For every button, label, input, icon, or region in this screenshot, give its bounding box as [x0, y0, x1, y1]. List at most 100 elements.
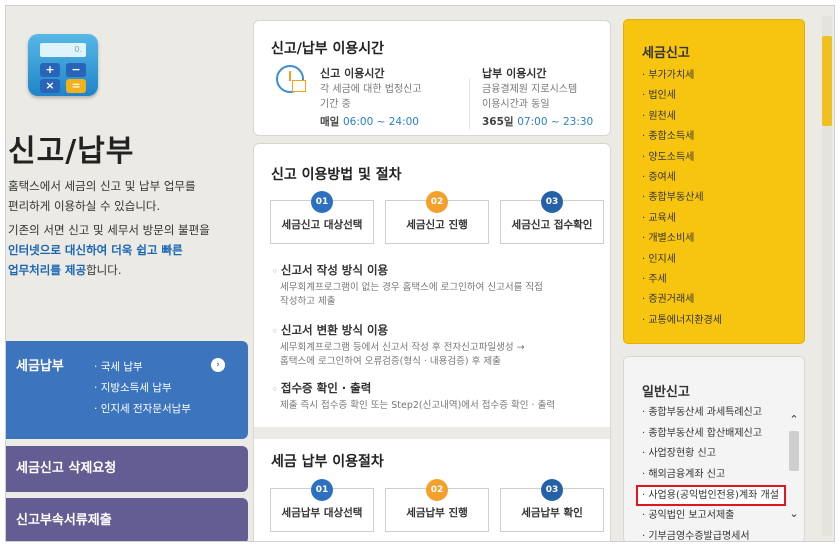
intro2-line-3: 업무처리를 제공합니다. — [8, 260, 248, 280]
tax-report-item[interactable]: 부가가치세 — [642, 66, 722, 86]
tax-report-title: 세금신고 — [642, 46, 690, 61]
procedure-title: 신고 이용방법 및 절차 — [271, 167, 402, 183]
method-title: 신고서 작성 방식 이용 — [272, 262, 592, 278]
tax-report-panel: 세금신고 부가가치세 법인세 원천세 종합소득세 양도소득세 증여세 종합부동산… — [623, 19, 805, 344]
attach-submit-button[interactable]: 신고부속서류제출 — [6, 498, 248, 541]
step-label: 세금납부 진행 — [406, 507, 468, 519]
payment-steps: 01 세금납부 대상선택 02 세금납부 진행 03 세금납부 확인 — [270, 479, 606, 534]
payment-link-stamp-tax[interactable]: 인지세 전자문서납부 — [94, 399, 191, 420]
equals-key-icon: = — [66, 79, 86, 93]
payment-link-national-tax[interactable]: 국세 납부 — [94, 357, 191, 378]
scrollbar-thumb[interactable] — [789, 431, 799, 471]
step-payment-progress[interactable]: 02 세금납부 진행 — [385, 479, 489, 532]
pay-hours-time: 365일 07:00 ~ 23:30 — [482, 114, 593, 129]
step-report-progress[interactable]: 02 세금신고 진행 — [385, 191, 489, 244]
plus-key-icon: + — [40, 63, 60, 77]
pay-hours-prefix: 365일 — [482, 116, 514, 128]
general-report-item[interactable]: 기부금영수증발급명세서 — [642, 527, 786, 542]
chevron-up-icon[interactable]: ⌃ — [787, 413, 801, 427]
tax-report-item[interactable]: 인지세 — [642, 250, 722, 270]
calculator-icon: 0. + − × = — [28, 34, 98, 96]
tax-report-item[interactable]: 법인세 — [642, 86, 722, 106]
step-number-badge: 02 — [426, 479, 448, 501]
step-payment-confirm[interactable]: 03 세금납부 확인 — [500, 479, 604, 532]
method-desc: 작성하고 제출 — [280, 296, 336, 307]
payment-procedure-title: 세금 납부 이용절차 — [271, 454, 384, 470]
procedure-card: 신고 이용방법 및 절차 01 세금신고 대상선택 02 세금신고 진행 03 세금신… — [253, 143, 611, 541]
step-label: 세금신고 대상선택 — [281, 219, 363, 231]
payment-link-local-income-tax[interactable]: 지방소득세 납부 — [94, 378, 191, 399]
intro-line: 편리하게 이용하실 수 있습니다. — [8, 199, 161, 213]
chevron-down-icon[interactable]: ⌄ — [787, 507, 801, 521]
tax-report-list: 부가가치세 법인세 원천세 종합소득세 양도소득세 증여세 종합부동산세 교육세… — [642, 66, 722, 331]
intro-text: 홈택스에서 세금의 신고 및 납부 업무를 편리하게 이용하실 수 있습니다. — [8, 176, 248, 216]
step-select-payment[interactable]: 01 세금납부 대상선택 — [270, 479, 374, 532]
method-desc: 세무회계프로그램 등에서 신고서 작성 후 전자신고파일생성 → — [280, 342, 525, 353]
tax-report-item[interactable]: 종합소득세 — [642, 127, 722, 147]
page-title: 신고/납부 — [8, 134, 135, 169]
page-scrollbar-thumb[interactable] — [822, 36, 832, 126]
hours-card: 신고/납부 이용시간 신고 이용시간 각 세금에 대한 법정신고 기간 중 매일… — [253, 20, 611, 136]
main-frame: 0. + − × = 신고/납부 홈택스에서 세금의 신고 및 납부 업무를 편… — [5, 5, 835, 542]
general-report-item[interactable]: 사업장현황 신고 — [642, 444, 786, 465]
hours-title: 신고/납부 이용시간 — [271, 41, 385, 57]
step-report-confirm[interactable]: 03 세금신고 접수확인 — [500, 191, 604, 244]
general-report-scrollbar[interactable]: ⌃ ⌄ — [787, 407, 801, 527]
step-number-badge: 01 — [311, 191, 333, 213]
tax-payment-panel: 세금납부 국세 납부 지방소득세 납부 인지세 전자문서납부 › — [6, 341, 248, 439]
pay-hours-desc: 금융결제원 지로시스템 — [482, 84, 578, 95]
method-write: 신고서 작성 방식 이용 세무회계프로그램이 없는 경우 홈택스에 로그인하여 … — [272, 262, 592, 309]
method-convert: 신고서 변환 방식 이용 세무회계프로그램 등에서 신고서 작성 후 전자신고파… — [272, 322, 592, 369]
multiply-key-icon: × — [40, 79, 60, 93]
intro-text-2: 기존의 서면 신고 및 세무서 방문의 불편을 인터넷으로 대신하여 더욱 쉽고… — [8, 220, 248, 280]
tax-report-item[interactable]: 종합부동산세 — [642, 188, 722, 208]
divider — [469, 79, 470, 129]
minus-key-icon: − — [66, 63, 86, 77]
tax-report-item[interactable]: 원천세 — [642, 107, 722, 127]
tax-report-item[interactable]: 주세 — [642, 270, 722, 290]
step-select-report[interactable]: 01 세금신고 대상선택 — [270, 191, 374, 244]
general-report-item[interactable]: 해외금융계좌 신고 — [642, 465, 786, 486]
tax-payment-title: 세금납부 — [16, 359, 64, 374]
method-receipt: 접수증 확인 · 출력 제출 즉시 접수증 확인 또는 Step2(신고내역)에… — [272, 380, 592, 413]
general-report-panel: 일반신고 종합부동산세 과세특례신고 종합부동산세 합산배제신고 사업장현황 신… — [623, 356, 805, 542]
report-hours: 신고 이용시간 각 세금에 대한 법정신고 기간 중 매일 06:00 ~ 24… — [320, 65, 422, 129]
left-panel: 0. + − × = 신고/납부 홈택스에서 세금의 신고 및 납부 업무를 편… — [6, 6, 250, 541]
pay-hours-range: 07:00 ~ 23:30 — [517, 116, 594, 128]
tax-report-item[interactable]: 개별소비세 — [642, 229, 722, 249]
step-number-badge: 03 — [541, 191, 563, 213]
section-gap — [254, 427, 610, 439]
method-title: 신고서 변환 방식 이용 — [272, 322, 592, 338]
tax-report-item[interactable]: 증여세 — [642, 168, 722, 188]
tax-report-item[interactable]: 교육세 — [642, 209, 722, 229]
tax-report-item[interactable]: 양도소득세 — [642, 148, 722, 168]
step-number-badge: 02 — [426, 191, 448, 213]
clock-calendar-icon — [276, 65, 306, 93]
report-hours-label: 신고 이용시간 — [320, 67, 385, 80]
pay-hours-desc: 이용시간과 동일 — [482, 99, 550, 110]
report-hours-range: 06:00 ~ 24:00 — [342, 116, 419, 128]
step-label: 세금신고 진행 — [406, 219, 468, 231]
step-number-badge: 03 — [541, 479, 563, 501]
pay-hours: 납부 이용시간 금융결제원 지로시스템 이용시간과 동일 365일 07:00 … — [482, 65, 593, 129]
delete-request-button[interactable]: 세금신고 삭제요청 — [6, 446, 248, 492]
general-report-item[interactable]: 종합부동산세 합산배제신고 — [642, 424, 786, 445]
tax-report-item[interactable]: 증권거래세 — [642, 290, 722, 310]
arrow-right-icon[interactable]: › — [211, 358, 225, 372]
intro2-line: 기존의 서면 신고 및 세무서 방문의 불편을 — [8, 223, 210, 237]
report-hours-desc: 각 세금에 대한 법정신고 — [320, 84, 422, 95]
step-label: 세금납부 확인 — [521, 507, 583, 519]
intro2-end: 합니다. — [86, 263, 122, 277]
step-number-badge: 01 — [311, 479, 333, 501]
method-desc: 제출 즉시 접수증 확인 또는 Step2(신고내역)에서 접수증 확인 · 출… — [280, 400, 556, 411]
calculator-screen: 0. — [40, 43, 86, 57]
general-report-item[interactable]: 종합부동산세 과세특례신고 — [642, 403, 786, 424]
report-hours-prefix: 매일 — [320, 116, 340, 128]
tax-report-item[interactable]: 교통에너지환경세 — [642, 311, 722, 331]
intro2-highlight: 인터넷으로 대신하여 더욱 쉽고 빠른 — [8, 243, 183, 257]
general-report-item[interactable]: 공익법인 보고서제출 — [642, 506, 786, 527]
report-hours-time: 매일 06:00 ~ 24:00 — [320, 114, 422, 129]
method-title: 접수증 확인 · 출력 — [272, 380, 592, 396]
report-steps: 01 세금신고 대상선택 02 세금신고 진행 03 세금신고 접수확인 — [270, 191, 606, 246]
general-report-item-selected[interactable]: 사업용(공익법인전용)계좌 개설 — [636, 485, 786, 506]
